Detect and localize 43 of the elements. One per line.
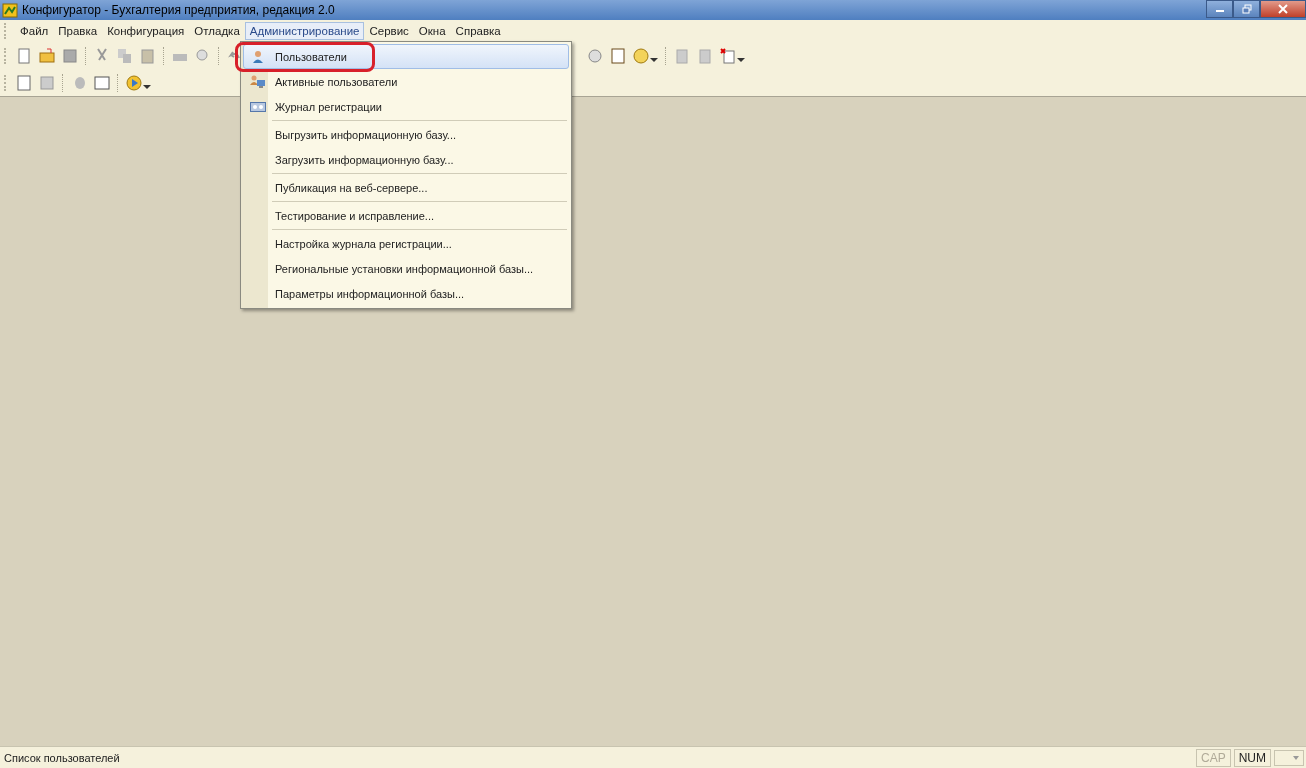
play-icon[interactable] bbox=[126, 74, 142, 91]
dropdown-arrow-icon bbox=[1293, 755, 1299, 760]
minimize-button[interactable] bbox=[1206, 0, 1233, 18]
dropdown-arrow-icon[interactable] bbox=[143, 84, 151, 90]
menu-item[interactable]: Активные пользователи bbox=[243, 69, 569, 94]
key-indicator: NUM bbox=[1233, 748, 1271, 767]
menu-item[interactable]: Администрирование bbox=[244, 22, 365, 40]
circle-icon[interactable] bbox=[587, 47, 603, 64]
menu-item[interactable]: Журнал регистрации bbox=[243, 94, 569, 119]
menu-item[interactable]: Сервис bbox=[364, 22, 414, 40]
cassette-icon bbox=[249, 100, 266, 113]
menu-item[interactable]: Параметры информационной базы... bbox=[243, 281, 569, 306]
menu-item[interactable]: Правка bbox=[53, 22, 103, 40]
dropdown-arrow-icon[interactable] bbox=[650, 57, 658, 63]
status-message: Список пользователей bbox=[3, 751, 121, 764]
menu-item[interactable]: Конфигурация bbox=[102, 22, 190, 40]
close-button[interactable] bbox=[1260, 0, 1306, 18]
restore-icon bbox=[1241, 4, 1252, 14]
menu-item[interactable]: Пользователи bbox=[243, 44, 569, 69]
menu-item[interactable]: Региональные установки информационной базы... bbox=[243, 256, 569, 281]
app-icon bbox=[2, 2, 18, 18]
document-icon[interactable] bbox=[16, 47, 32, 64]
person-computer-icon bbox=[249, 74, 266, 89]
window-title: Конфигуратор - Бухгалтерия предприятия, редакция 2.0 bbox=[22, 3, 335, 17]
delete-document-icon[interactable] bbox=[720, 47, 736, 64]
document-icon[interactable] bbox=[674, 47, 690, 64]
copy-icon[interactable] bbox=[117, 47, 133, 64]
folder-icon[interactable] bbox=[39, 47, 55, 64]
dropdown-arrow-icon[interactable] bbox=[737, 57, 745, 63]
menu-item[interactable]: Публикация на веб-сервере... bbox=[243, 175, 569, 200]
menu-item[interactable]: Отладка bbox=[189, 22, 245, 40]
restore-button[interactable] bbox=[1233, 0, 1260, 18]
menu-item[interactable]: Файл bbox=[15, 22, 54, 40]
key-indicator: CAP bbox=[1196, 748, 1231, 767]
menu-item[interactable]: Выгрузить информационную базу... bbox=[243, 122, 569, 147]
person-icon bbox=[250, 49, 265, 64]
menu-item[interactable]: Настройка журнала регистрации... bbox=[243, 231, 569, 256]
close-icon bbox=[1277, 4, 1289, 14]
menu-item[interactable]: Тестирование и исправление... bbox=[243, 203, 569, 228]
menu-item[interactable]: Справка bbox=[450, 22, 506, 40]
document-icon[interactable] bbox=[697, 47, 713, 64]
menu-item[interactable]: Окна bbox=[413, 22, 451, 40]
menu-item[interactable]: Загрузить информационную базу... bbox=[243, 147, 569, 172]
